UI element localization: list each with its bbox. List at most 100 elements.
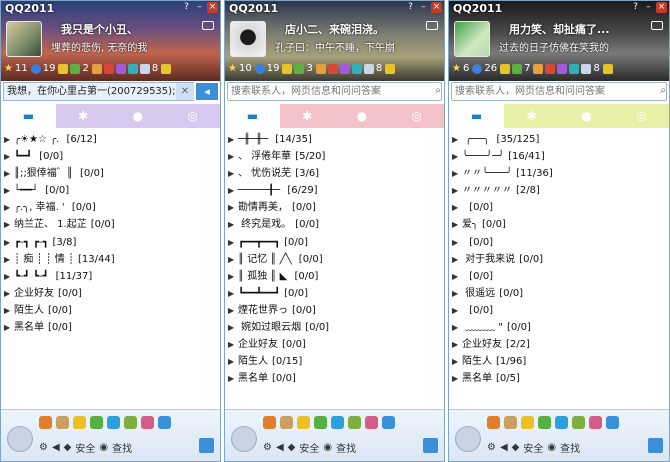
contact-group[interactable]: ▶ [0/0]: [449, 199, 669, 216]
expand-arrow-icon[interactable]: ▶: [228, 165, 238, 182]
contact-group[interactable]: ▶ ╰───╯─╯ [16/41]: [449, 148, 669, 165]
contact-group[interactable]: ▶、 浮倦年華 [5/20]: [225, 148, 444, 165]
tab-chats[interactable]: ●: [559, 104, 614, 128]
expand-arrow-icon[interactable]: ▶: [228, 148, 238, 165]
contact-group[interactable]: ▶ 终究是戏。 [0/0]: [225, 216, 444, 233]
find-label[interactable]: 查找: [336, 440, 356, 455]
search-input[interactable]: 搜索联系人，网页信息和问问答案: [451, 82, 667, 101]
expand-arrow-icon[interactable]: ▶: [228, 302, 238, 319]
contact-group[interactable]: ▶ ┏-┓ ┏-┓ [3/8]: [1, 234, 220, 251]
app-icon[interactable]: [141, 416, 154, 429]
app-icon[interactable]: [572, 416, 585, 429]
sound-icon[interactable]: ◀: [500, 442, 508, 453]
app-icon[interactable]: [280, 416, 293, 429]
minimize-icon[interactable]: –: [643, 2, 654, 13]
contact-group[interactable]: ▶ ┏━━┳━━┓ [0/0]: [225, 234, 444, 251]
contact-group[interactable]: ▶ 煙花世界っ [0/0]: [225, 302, 444, 319]
expand-arrow-icon[interactable]: ▶: [4, 131, 14, 148]
contact-group[interactable]: ▶ 黑名单 [0/5]: [449, 370, 669, 387]
expand-arrow-icon[interactable]: ▶: [228, 199, 238, 216]
pet-icon[interactable]: [91, 63, 102, 74]
app-icon[interactable]: [606, 416, 619, 429]
contact-group[interactable]: ▶ ┗━┛ [0/0]: [1, 148, 220, 165]
qq-main-menu-button[interactable]: [455, 426, 481, 452]
contact-group[interactable]: ▶ 黑名单 [0/0]: [1, 319, 220, 336]
app-icon[interactable]: [73, 416, 86, 429]
skin-icon[interactable]: [602, 63, 613, 74]
contact-group[interactable]: ▶ ╭.╮, 幸福. ' [0/0]: [1, 199, 220, 216]
mail-icon[interactable]: [30, 63, 41, 74]
app-icon[interactable]: [297, 416, 310, 429]
contact-group[interactable]: ▶ 〃〃〃〃〃 [2/8]: [449, 182, 669, 199]
zone-icon[interactable]: [282, 63, 293, 74]
camera-icon[interactable]: [202, 21, 214, 30]
tab-contacts[interactable]: ▬: [1, 104, 56, 128]
expand-arrow-icon[interactable]: ▶: [452, 251, 462, 268]
expand-arrow-icon[interactable]: ▶: [4, 216, 14, 233]
expand-arrow-icon[interactable]: ▶: [4, 251, 14, 268]
contact-group[interactable]: ▶ ╭☀★☆ ╭. [6/12]: [1, 131, 220, 148]
mail-icon[interactable]: [254, 63, 265, 74]
skin-icon[interactable]: [161, 63, 172, 74]
sound-icon[interactable]: ◀: [52, 442, 60, 453]
app-icon[interactable]: [348, 416, 361, 429]
signature[interactable]: 过去的日子仿佛在笑我的: [499, 39, 609, 54]
contact-group[interactable]: ▶ 爱╮ [0/0]: [449, 216, 669, 233]
app-box-icon[interactable]: [199, 438, 214, 453]
contact-group[interactable]: ▶、 忧伤说芜 [3/6]: [225, 165, 444, 182]
expand-arrow-icon[interactable]: ▶: [4, 268, 14, 285]
expand-arrow-icon[interactable]: ▶: [452, 370, 462, 387]
pet-icon[interactable]: [533, 63, 544, 74]
contact-group[interactable]: ▶ ﹏﹏﹏ " [0/0]: [449, 319, 669, 336]
game-icon[interactable]: [103, 63, 114, 74]
tab-contacts[interactable]: ▬: [225, 104, 280, 128]
contact-group[interactable]: ▶ 陌生人 [1/96]: [449, 353, 669, 370]
expand-arrow-icon[interactable]: ▶: [228, 268, 238, 285]
clover-icon[interactable]: [512, 63, 523, 74]
contact-group[interactable]: ▶ ┗━━┻━━┛ [0/0]: [225, 285, 444, 302]
contact-group[interactable]: ▶ └━━┘ [0/0]: [1, 182, 220, 199]
expand-arrow-icon[interactable]: ▶: [452, 353, 462, 370]
find-label[interactable]: 查找: [560, 440, 580, 455]
star-icon[interactable]: ★: [4, 63, 13, 74]
contact-group[interactable]: ▶ 婉如过眼云烟 [0/0]: [225, 319, 444, 336]
contact-group[interactable]: ▶ 企业好友 [2/2]: [449, 336, 669, 353]
expand-arrow-icon[interactable]: ▶: [4, 319, 14, 336]
help-icon[interactable]: ?: [630, 2, 641, 13]
find-icon[interactable]: ◉: [323, 442, 332, 453]
minimize-icon[interactable]: –: [418, 2, 429, 13]
contact-group[interactable]: ▶ 黑名单 [0/0]: [225, 370, 444, 387]
tab-chats[interactable]: ●: [334, 104, 390, 128]
expand-arrow-icon[interactable]: ▶: [452, 199, 462, 216]
minimize-icon[interactable]: –: [194, 2, 205, 13]
contact-group[interactable]: ▶ ║ 孤独 ║ ◣ [0/0]: [225, 268, 444, 285]
expand-arrow-icon[interactable]: ▶: [4, 199, 14, 216]
expand-arrow-icon[interactable]: ▶: [452, 268, 462, 285]
expand-arrow-icon[interactable]: ▶: [452, 131, 462, 148]
contact-group[interactable]: ▶ 企业好友 [0/0]: [225, 336, 444, 353]
app-icon[interactable]: [331, 416, 344, 429]
clover-icon[interactable]: [294, 63, 305, 74]
app-icon[interactable]: [521, 416, 534, 429]
expand-arrow-icon[interactable]: ▶: [452, 234, 462, 251]
contact-group[interactable]: ▶ ╭──╮ [35/125]: [449, 131, 669, 148]
app-icon[interactable]: [504, 416, 517, 429]
contact-group[interactable]: ▶ 陌生人 [0/15]: [225, 353, 444, 370]
app-icon[interactable]: [314, 416, 327, 429]
contact-group[interactable]: ▶ ┊ 痴 ┊ ┊ 情 ┊ [13/44]: [1, 251, 220, 268]
contact-group[interactable]: ▶ [0/0]: [449, 302, 669, 319]
search-icon[interactable]: ⌕: [660, 85, 666, 96]
help-icon[interactable]: ?: [405, 2, 416, 13]
search-input[interactable]: 我想，在你心里占第一(200729535);: [3, 82, 194, 101]
camera-icon[interactable]: [651, 21, 663, 30]
contact-group[interactable]: ▶ ─╫─╫─ [14/35]: [225, 131, 444, 148]
signature[interactable]: 埋葬的悲伤, 无奈的我: [51, 39, 147, 54]
game-icon[interactable]: [327, 63, 338, 74]
expand-arrow-icon[interactable]: ▶: [4, 285, 14, 302]
expand-arrow-icon[interactable]: ▶: [228, 216, 238, 233]
expand-arrow-icon[interactable]: ▶: [228, 182, 238, 199]
qq-main-menu-button[interactable]: [231, 426, 257, 452]
expand-arrow-icon[interactable]: ▶: [4, 182, 14, 199]
close-icon[interactable]: ×: [656, 2, 667, 13]
settings-icon[interactable]: ⚙: [263, 442, 272, 453]
